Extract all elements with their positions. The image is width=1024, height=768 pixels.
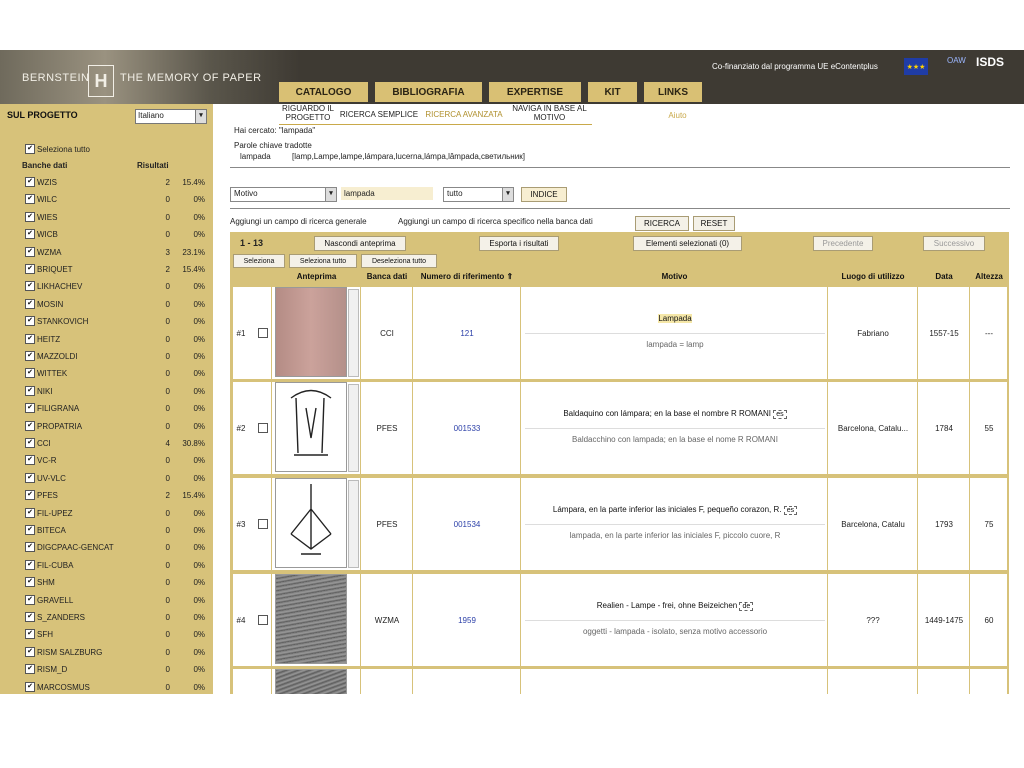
results-table: #1 CCI 121 Lampada lampada = lamp Fabriano 155… [0,0,1024,696]
table-cell [828,669,917,694]
watermark-thumbnail[interactable] [275,669,347,696]
page-bottom [0,694,1024,768]
table-cell [970,669,1007,694]
table-cell [521,669,827,694]
table-cell [361,669,412,694]
table-cell [413,669,520,694]
table-cell [918,669,969,694]
table-cell [253,669,271,694]
table-row[interactable] [0,0,1024,696]
